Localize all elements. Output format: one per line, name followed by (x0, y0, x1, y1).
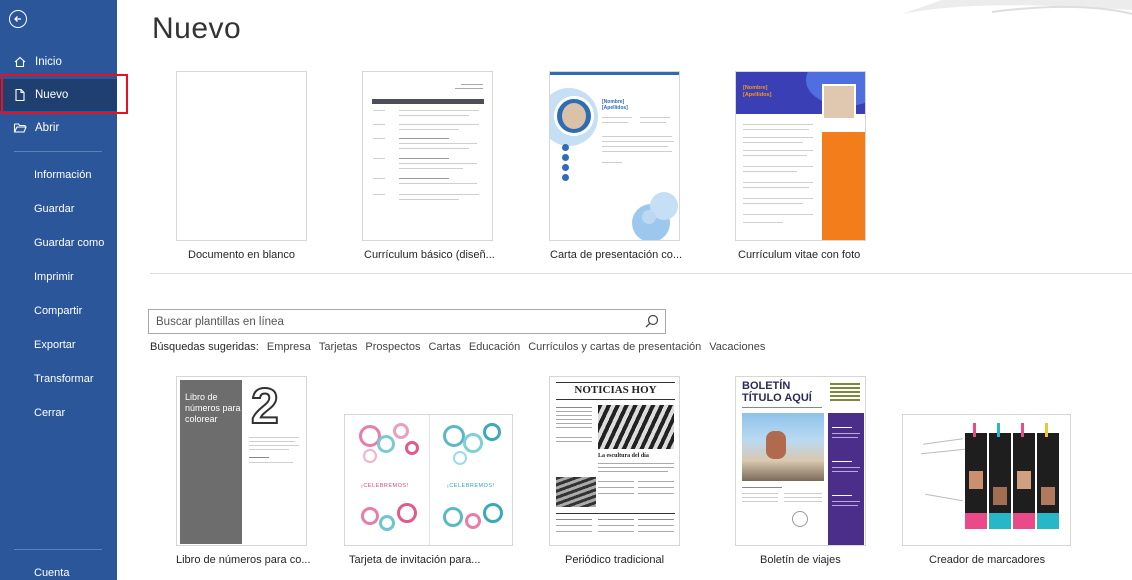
page-title: Nuevo (152, 12, 242, 45)
sidebar-item-exportar[interactable]: Exportar (34, 339, 76, 351)
home-icon (13, 55, 27, 69)
newsletter-title-1: BOLETÍN (742, 380, 791, 392)
sidebar-item-label: Inicio (35, 56, 62, 68)
suggested-tag-curriculos[interactable]: Currículos y cartas de presentación (528, 341, 701, 353)
search-icon[interactable] (644, 314, 659, 329)
suggested-tag-empresa[interactable]: Empresa (267, 341, 311, 353)
search-input[interactable] (149, 310, 629, 333)
back-arrow-icon[interactable] (9, 10, 27, 28)
suggested-searches: Búsquedas sugeridas: Empresa Tarjetas Pr… (150, 341, 765, 353)
sidebar-item-compartir[interactable]: Compartir (34, 305, 82, 317)
template-caption: Periódico tradicional (565, 554, 665, 566)
template-caption: Carta de presentación co... (550, 249, 683, 261)
highlight-annotation (1, 74, 128, 114)
suggested-tag-vacaciones[interactable]: Vacaciones (709, 341, 765, 353)
template-thumbnail[interactable]: Libro de números para colorear 2 (176, 376, 307, 546)
newsletter-title-2: TÍTULO AQUÍ (742, 392, 812, 404)
suggested-tag-educacion[interactable]: Educación (469, 341, 520, 353)
template-caption: Tarjeta de invitación para... (349, 554, 481, 566)
template-caption: Currículum básico (diseñ... (364, 249, 495, 261)
resume-name-placeholder: [Nombre] [Apellidos] (602, 99, 628, 111)
template-thumbnail[interactable]: BOLETÍN TÍTULO AQUÍ (735, 376, 866, 546)
template-thumbnail[interactable] (902, 414, 1071, 546)
sidebar-item-informacion[interactable]: Información (34, 169, 91, 181)
template-thumbnail[interactable] (176, 71, 307, 241)
sidebar-item-transformar[interactable]: Transformar (34, 373, 94, 385)
numbers-book-title: Libro de números para colorear (185, 392, 241, 424)
suggested-searches-label: Búsquedas sugeridas: (150, 341, 259, 353)
sidebar-item-label: Abrir (35, 122, 60, 134)
template-caption: Currículum vitae con foto (738, 249, 861, 261)
sidebar-item-guardar-como[interactable]: Guardar como (34, 237, 104, 249)
template-caption: Libro de números para co... (176, 554, 311, 566)
sidebar-item-abrir[interactable]: Abrir (0, 112, 117, 144)
sidebar-item-imprimir[interactable]: Imprimir (34, 271, 74, 283)
numbers-book-digit: 2 (250, 377, 280, 435)
template-thumbnail[interactable]: [Nombre] [Apellidos] (735, 71, 866, 241)
decorative-swoosh (902, 0, 1132, 15)
open-folder-icon (13, 121, 27, 135)
section-divider (150, 273, 1132, 274)
template-search-box[interactable] (148, 309, 666, 334)
invitation-text-pink: ¡CELEBREMOS! (361, 483, 409, 489)
template-caption: Boletín de viajes (760, 554, 841, 566)
newspaper-masthead: NOTICIAS HOY (574, 384, 657, 396)
newspaper-headline: La escultura del día (598, 453, 649, 459)
sidebar-item-cuenta[interactable]: Cuenta (34, 567, 69, 579)
template-thumbnail[interactable]: [Nombre] [Apellidos] (549, 71, 680, 241)
template-thumbnail[interactable]: NOTICIAS HOY La escultura del día (549, 376, 680, 546)
suggested-tag-cartas[interactable]: Cartas (428, 341, 460, 353)
suggested-tag-tarjetas[interactable]: Tarjetas (319, 341, 358, 353)
sidebar-item-cerrar[interactable]: Cerrar (34, 407, 65, 419)
suggested-tag-prospectos[interactable]: Prospectos (365, 341, 420, 353)
sidebar-divider (14, 549, 102, 550)
template-caption: Creador de marcadores (929, 554, 1046, 566)
sidebar-divider (14, 151, 102, 152)
resume-name-placeholder-2: [Nombre] [Apellidos] (743, 85, 772, 98)
template-thumbnail[interactable] (362, 71, 493, 241)
template-caption: Documento en blanco (188, 249, 296, 261)
invitation-text-teal: ¡CELEBREMOS! (447, 483, 495, 489)
template-thumbnail[interactable]: ¡CELEBREMOS! ¡CELEBREMOS! (344, 414, 513, 546)
sidebar-item-guardar[interactable]: Guardar (34, 203, 74, 215)
